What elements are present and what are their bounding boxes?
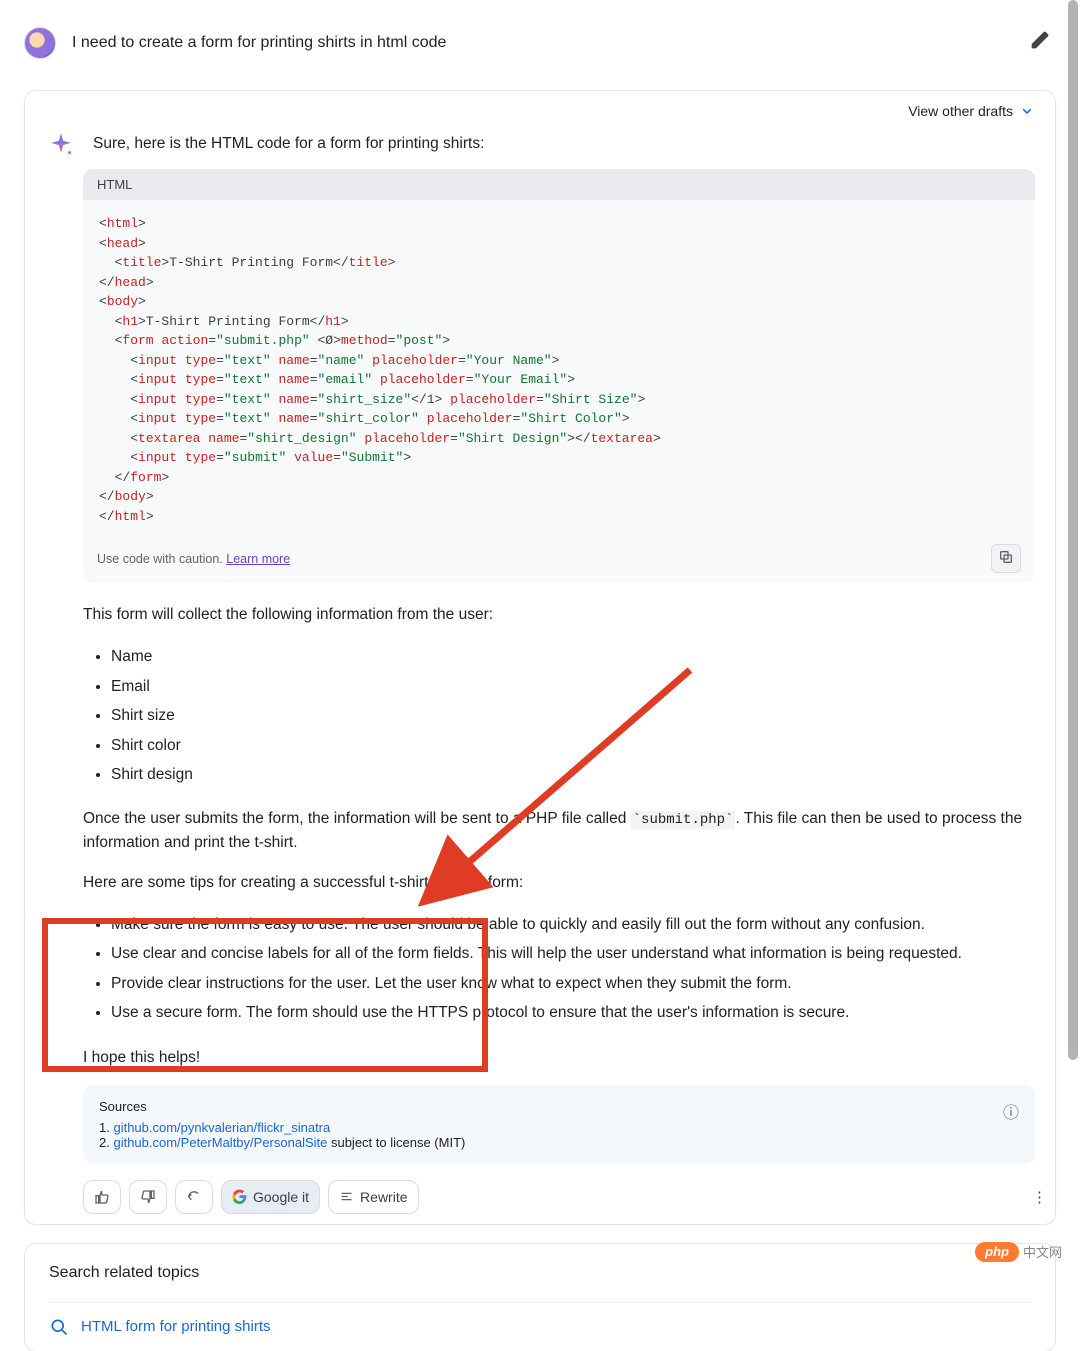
- search-icon: [49, 1317, 69, 1337]
- google-g-icon: [232, 1189, 247, 1204]
- user-query: I need to create a form for printing shi…: [72, 34, 1008, 52]
- learn-more-link[interactable]: Learn more: [226, 552, 290, 566]
- scrollbar[interactable]: [1068, 0, 1078, 1060]
- rewrite-button[interactable]: Rewrite: [328, 1180, 418, 1214]
- watermark: php中文网: [975, 1242, 1062, 1262]
- list-item: Name: [111, 642, 1035, 671]
- sources-label: Sources: [99, 1099, 1019, 1114]
- google-it-button[interactable]: Google it: [221, 1180, 320, 1214]
- tips-intro: Here are some tips for creating a succes…: [83, 871, 1035, 894]
- rewrite-label: Rewrite: [360, 1189, 407, 1205]
- closing: I hope this helps!: [83, 1046, 1035, 1069]
- info-icon[interactable]: ⓘ: [1003, 1099, 1019, 1123]
- copy-code-icon[interactable]: [991, 544, 1021, 573]
- google-it-label: Google it: [253, 1189, 309, 1205]
- thumbs-down-button[interactable]: [129, 1180, 167, 1214]
- search-topics-header: Search related topics: [49, 1264, 1031, 1282]
- list-item: Use a secure form. The form should use t…: [111, 998, 1035, 1027]
- fields-list: Name Email Shirt size Shirt color Shirt …: [111, 642, 1035, 789]
- code-content: <html> <head> <title>T-Shirt Printing Fo…: [83, 200, 1035, 534]
- sources-box: Sources 1. github.com/pynkvalerian/flick…: [83, 1085, 1035, 1164]
- thumbs-up-button[interactable]: [83, 1180, 121, 1214]
- edit-icon[interactable]: [1024, 24, 1056, 62]
- response-intro: Sure, here is the HTML code for a form f…: [93, 131, 1035, 153]
- submit-explain: Once the user submits the form, the info…: [83, 807, 1035, 854]
- list-item: Use clear and concise labels for all of …: [111, 939, 1035, 968]
- source-item: 1. github.com/pynkvalerian/flickr_sinatr…: [99, 1120, 1019, 1135]
- view-drafts-label: View other drafts: [908, 103, 1013, 119]
- list-item: Make sure the form is easy to use. The u…: [111, 910, 1035, 939]
- code-caution-label: Use code with caution.: [97, 552, 223, 566]
- bard-sparkle-icon: [45, 131, 77, 163]
- source-link[interactable]: github.com/pynkvalerian/flickr_sinatra: [113, 1120, 330, 1135]
- list-item: Shirt design: [111, 760, 1035, 789]
- code-block: HTML <html> <head> <title>T-Shirt Printi…: [83, 169, 1035, 583]
- code-lang-label: HTML: [83, 169, 1035, 200]
- rewrite-icon: [339, 1189, 354, 1204]
- view-drafts-button[interactable]: View other drafts: [25, 91, 1055, 119]
- source-item: 2. github.com/PeterMaltby/PersonalSite s…: [99, 1135, 1019, 1150]
- follow-intro: This form will collect the following inf…: [83, 603, 1035, 626]
- list-item: Provide clear instructions for the user.…: [111, 969, 1035, 998]
- tips-list: Make sure the form is easy to use. The u…: [111, 910, 1035, 1028]
- more-menu-icon[interactable]: ⋮: [1024, 1180, 1055, 1214]
- source-link[interactable]: github.com/PeterMaltby/PersonalSite: [113, 1135, 327, 1150]
- chevron-down-icon: [1019, 103, 1035, 119]
- user-avatar: [24, 27, 56, 59]
- share-button[interactable]: [175, 1180, 213, 1214]
- list-item: Shirt color: [111, 731, 1035, 760]
- suggestion-text: HTML form for printing shirts: [81, 1318, 271, 1335]
- list-item: Email: [111, 672, 1035, 701]
- list-item: Shirt size: [111, 701, 1035, 730]
- search-suggestion[interactable]: HTML form for printing shirts: [49, 1302, 1031, 1351]
